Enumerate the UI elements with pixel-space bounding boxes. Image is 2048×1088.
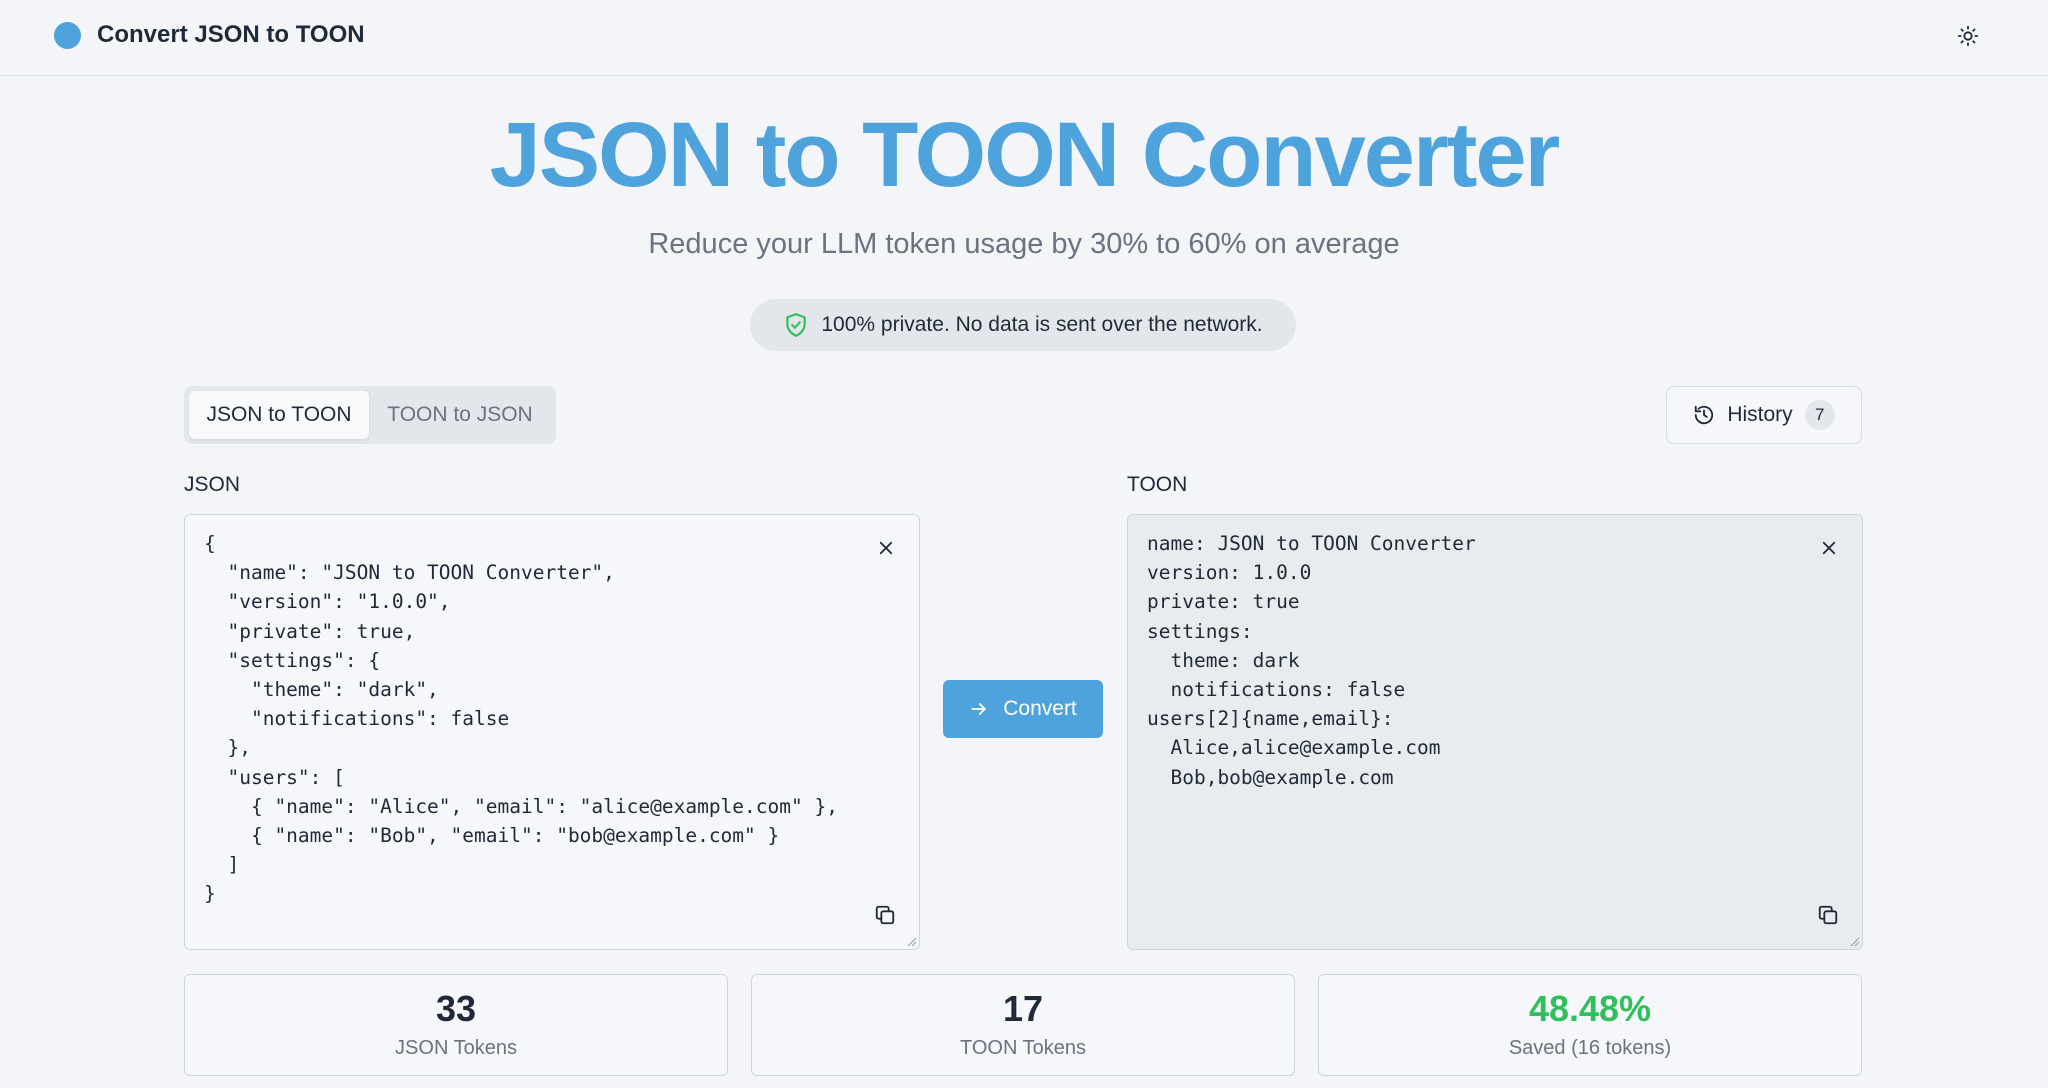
- privacy-text: 100% private. No data is sent over the n…: [821, 313, 1263, 336]
- json-token-count: 33: [435, 988, 477, 1029]
- sun-icon: [1957, 25, 1979, 47]
- toon-token-label: TOON Tokens: [960, 1037, 1086, 1059]
- shield-check-icon: [786, 313, 807, 337]
- history-icon: [1695, 405, 1714, 425]
- close-icon: [879, 541, 893, 555]
- resize-handle-icon[interactable]: [905, 935, 917, 947]
- json-input-text[interactable]: { "name": "JSON to TOON Converter", "ver…: [204, 529, 838, 909]
- page-title: JSON to TOON Converter: [489, 104, 1561, 206]
- tab-json-to-toon[interactable]: JSON to TOON: [189, 391, 369, 439]
- stat-card-savings: 48.48% Saved (16 tokens): [1318, 974, 1862, 1076]
- clear-output-button[interactable]: [1816, 535, 1842, 561]
- input-label: JSON: [184, 473, 241, 496]
- json-input-editor[interactable]: { "name": "JSON to TOON Converter", "ver…: [184, 514, 920, 950]
- tab-toon-to-json[interactable]: TOON to JSON: [369, 391, 551, 439]
- toon-output-text[interactable]: name: JSON to TOON Converter version: 1.…: [1147, 529, 1476, 792]
- brand-logo-icon: [54, 22, 81, 49]
- history-button[interactable]: History 7: [1666, 386, 1862, 444]
- savings-percent: 48.48%: [1528, 988, 1652, 1029]
- copy-input-button[interactable]: [871, 901, 899, 929]
- convert-label: Convert: [1003, 697, 1077, 720]
- resize-handle-icon[interactable]: [1848, 935, 1860, 947]
- theme-toggle-button[interactable]: [1950, 18, 1986, 54]
- privacy-badge: 100% private. No data is sent over the n…: [750, 299, 1296, 351]
- stat-card-toon-tokens: 17 TOON Tokens: [751, 974, 1295, 1076]
- page-subtitle: Reduce your LLM token usage by 30% to 60…: [648, 228, 1400, 260]
- close-icon: [1822, 541, 1836, 555]
- copy-output-button[interactable]: [1814, 901, 1842, 929]
- copy-icon: [875, 905, 895, 925]
- app-title[interactable]: Convert JSON to TOON: [97, 20, 365, 50]
- stat-card-json-tokens: 33 JSON Tokens: [184, 974, 728, 1076]
- clear-input-button[interactable]: [873, 535, 899, 561]
- toon-token-count: 17: [1002, 988, 1044, 1029]
- mode-switch: JSON to TOON TOON to JSON: [184, 386, 556, 444]
- history-count-badge: 7: [1804, 400, 1835, 430]
- output-label: TOON: [1127, 473, 1188, 496]
- json-token-label: JSON Tokens: [395, 1037, 517, 1059]
- arrow-right-icon: [971, 703, 986, 715]
- history-label: History: [1727, 403, 1793, 426]
- savings-label: Saved (16 tokens): [1508, 1037, 1672, 1059]
- copy-icon: [1818, 905, 1838, 925]
- convert-button[interactable]: Convert: [943, 680, 1103, 738]
- toon-output-editor[interactable]: name: JSON to TOON Converter version: 1.…: [1127, 514, 1863, 950]
- top-bar: Convert JSON to TOON: [0, 0, 2048, 76]
